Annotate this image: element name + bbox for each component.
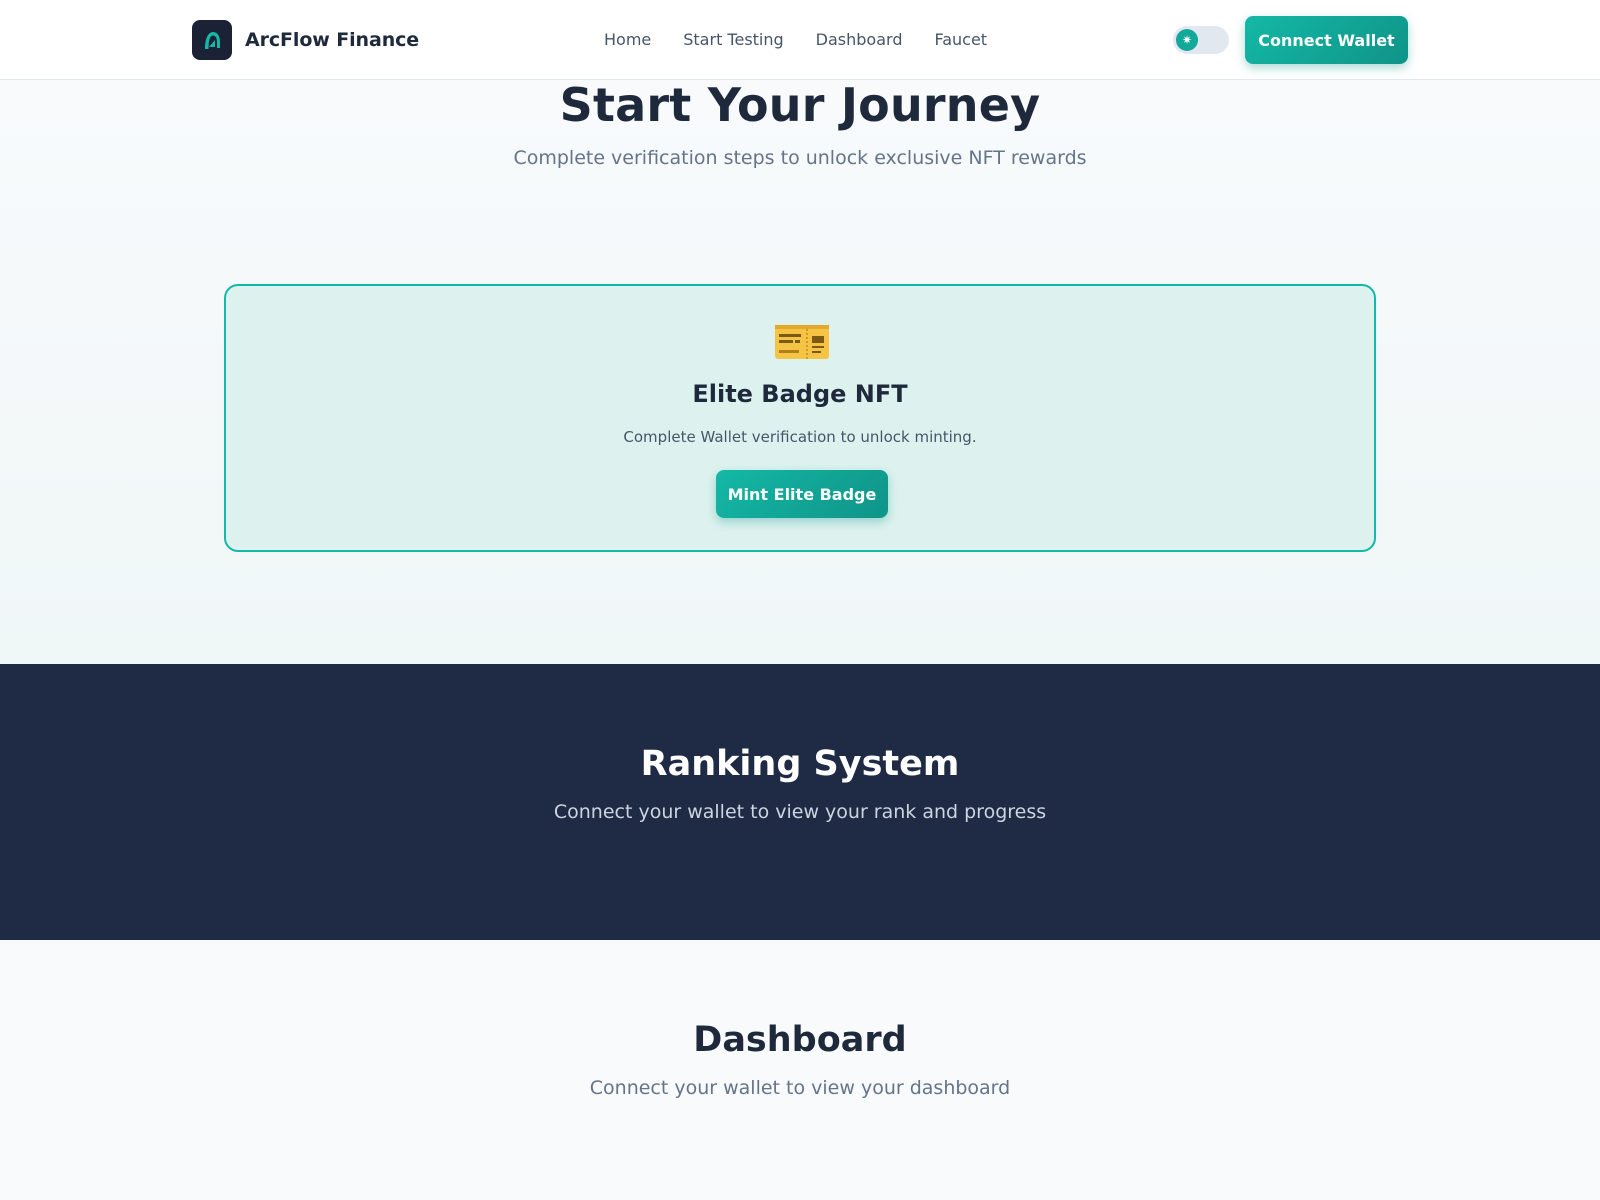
- nav-start-testing[interactable]: Start Testing: [683, 28, 783, 52]
- journey-title: Start Your Journey: [559, 78, 1041, 132]
- nav-faucet[interactable]: Faucet: [934, 28, 987, 52]
- connect-wallet-button[interactable]: Connect Wallet: [1245, 16, 1408, 64]
- theme-toggle[interactable]: ✷: [1173, 26, 1229, 54]
- ranking-subtitle: Connect your wallet to view your rank an…: [553, 801, 1047, 823]
- sun-icon: ✷: [1176, 29, 1198, 51]
- ticket-icon: [774, 324, 830, 364]
- journey-subtitle: Complete verification steps to unlock ex…: [513, 147, 1087, 169]
- dashboard-subtitle: Connect your wallet to view your dashboa…: [589, 1077, 1011, 1099]
- nav-home[interactable]: Home: [604, 28, 651, 52]
- nav-dashboard[interactable]: Dashboard: [816, 28, 903, 52]
- ranking-section: Ranking System Connect your wallet to vi…: [0, 664, 1600, 940]
- nft-card-description: Complete Wallet verification to unlock m…: [623, 428, 977, 446]
- dashboard-section: Dashboard Connect your wallet to view yo…: [0, 940, 1600, 1200]
- nft-card: Elite Badge NFT Complete Wallet verifica…: [224, 284, 1376, 552]
- journey-section: Start Your Journey Complete verification…: [0, 80, 1600, 664]
- top-navbar: ArcFlow Finance Home Start Testing Dashb…: [0, 0, 1600, 80]
- arc-logo-icon: [192, 20, 232, 60]
- nft-card-title: Elite Badge NFT: [692, 380, 908, 408]
- ranking-title: Ranking System: [640, 744, 960, 784]
- brand[interactable]: ArcFlow Finance: [192, 20, 419, 60]
- mint-elite-badge-button[interactable]: Mint Elite Badge: [716, 470, 888, 518]
- main-nav: Home Start Testing Dashboard Faucet: [604, 28, 987, 52]
- brand-name: ArcFlow Finance: [245, 29, 420, 51]
- dashboard-title: Dashboard: [693, 1020, 907, 1060]
